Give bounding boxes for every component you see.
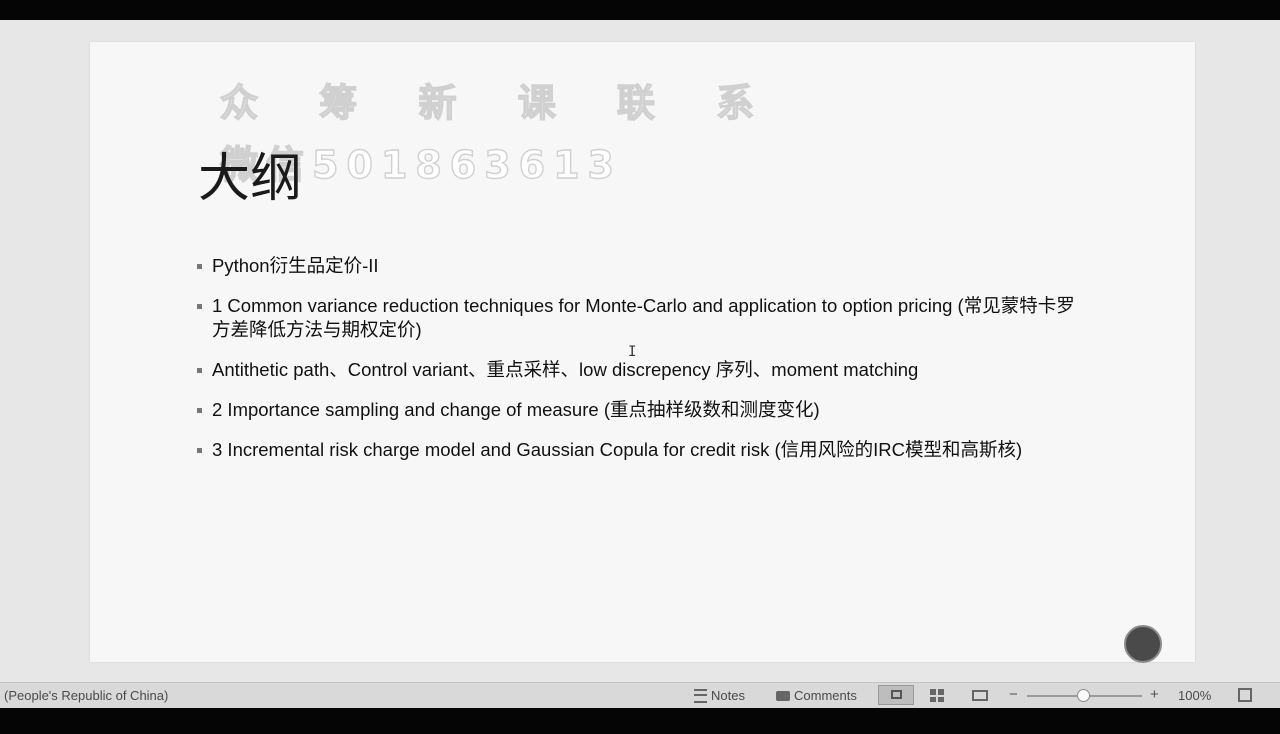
comments-icon bbox=[776, 690, 790, 701]
bullet-marker bbox=[197, 448, 202, 453]
language-indicator[interactable]: (People's Republic of China) bbox=[4, 688, 168, 703]
notes-icon bbox=[694, 688, 707, 703]
bullet-item[interactable]: 1 Common variance reduction techniques f… bbox=[197, 294, 1077, 342]
slide-sorter-icon[interactable] bbox=[930, 689, 946, 702]
watermark-line1: 众 筹 新 课 联 系 bbox=[219, 80, 779, 125]
bullet-text: Antithetic path、Control variant、重点采样、low… bbox=[212, 359, 919, 380]
bullet-marker bbox=[197, 368, 202, 373]
slide-canvas[interactable]: 众 筹 新 课 联 系 微信501863613 大纲 Python衍生品定价-I… bbox=[90, 42, 1195, 663]
bullet-item[interactable]: 2 Importance sampling and change of meas… bbox=[197, 398, 1077, 422]
bullet-item[interactable]: 3 Incremental risk charge model and Gaus… bbox=[197, 438, 1077, 462]
bullet-list[interactable]: Python衍生品定价-II 1 Common variance reducti… bbox=[197, 254, 1077, 478]
bullet-item[interactable]: Antithetic path、Control variant、重点采样、low… bbox=[197, 358, 1077, 382]
bullet-text: Python衍生品定价-II bbox=[212, 255, 379, 276]
zoom-in-button[interactable]: + bbox=[1150, 686, 1159, 703]
reading-view-icon[interactable] bbox=[972, 690, 988, 701]
bullet-text: 3 Incremental risk charge model and Gaus… bbox=[212, 439, 1023, 460]
status-bar: (People's Republic of China) Notes Comme… bbox=[0, 682, 1280, 709]
comments-label: Comments bbox=[794, 688, 857, 703]
notes-button[interactable]: Notes bbox=[694, 688, 745, 703]
bullet-marker bbox=[197, 264, 202, 269]
top-black-bar bbox=[0, 0, 1280, 20]
zoom-out-button[interactable]: − bbox=[1009, 686, 1018, 703]
notes-label: Notes bbox=[711, 688, 745, 703]
fit-to-window-icon[interactable] bbox=[1238, 688, 1252, 702]
bullet-text: 1 Common variance reduction techniques f… bbox=[212, 295, 1075, 340]
text-cursor-icon: I bbox=[628, 344, 637, 360]
slide-title[interactable]: 大纲 bbox=[198, 136, 302, 211]
bottom-black-bar bbox=[0, 708, 1280, 734]
editing-stage: 众 筹 新 课 联 系 微信501863613 大纲 Python衍生品定价-I… bbox=[0, 20, 1280, 682]
comments-button[interactable]: Comments bbox=[776, 688, 857, 703]
bullet-item[interactable]: Python衍生品定价-II bbox=[197, 254, 1077, 278]
bullet-marker bbox=[197, 304, 202, 309]
bullet-marker bbox=[197, 408, 202, 413]
floating-circle-button[interactable] bbox=[1124, 625, 1162, 663]
zoom-slider-thumb[interactable] bbox=[1077, 689, 1090, 702]
normal-view-icon bbox=[891, 690, 902, 699]
zoom-level[interactable]: 100% bbox=[1178, 688, 1211, 703]
normal-view-button[interactable] bbox=[878, 685, 914, 705]
bullet-text: 2 Importance sampling and change of meas… bbox=[212, 399, 820, 420]
